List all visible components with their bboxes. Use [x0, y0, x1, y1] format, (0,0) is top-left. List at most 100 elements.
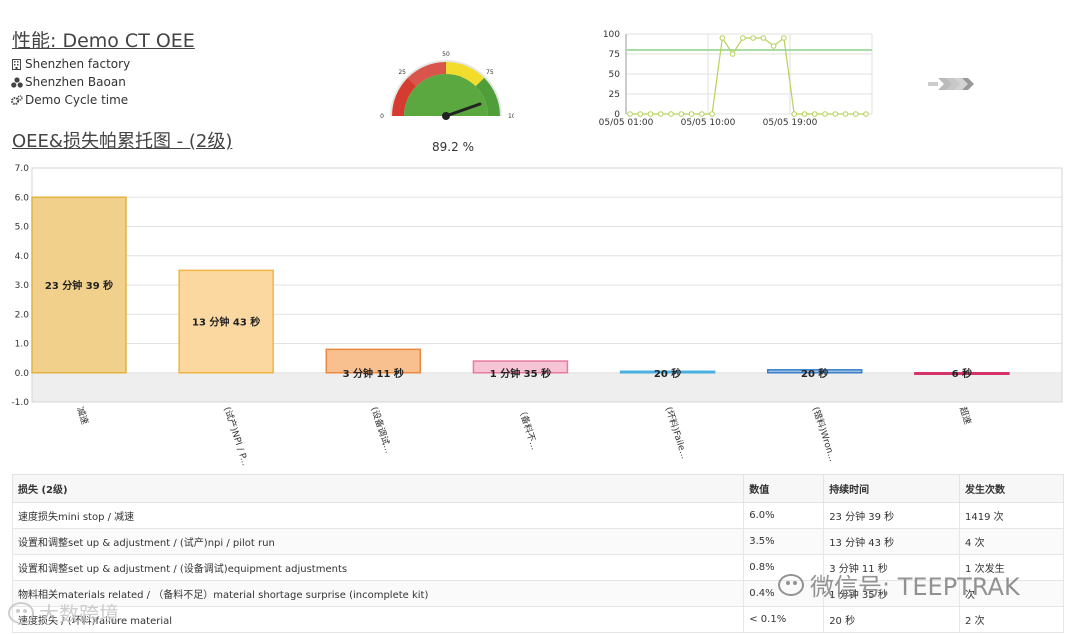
loss-name-cell: 设置和调整set up & adjustment / (设备调试)equipme… [11, 554, 745, 581]
table-row[interactable]: 设置和调整set up & adjustment / (试产)npi / pil… [11, 528, 1064, 555]
gauge-hub [442, 112, 450, 120]
trend-y-tick: 100 [603, 30, 620, 40]
loss-name-cell: 物料相关materials related / （备料不足）material s… [11, 580, 745, 607]
pareto-y-tick: 6.0 [15, 193, 30, 203]
sitemap-icon [11, 76, 23, 88]
pareto-x-tick: (错料)Wron... [810, 405, 839, 463]
cycle-row: Demo Cycle time [11, 91, 130, 109]
value-cell: < 0.1% [743, 606, 825, 633]
trend-point [863, 111, 869, 117]
trend-point [781, 35, 787, 41]
site-row: Shenzhen Baoan [11, 73, 130, 91]
trend-y-tick: 50 [609, 70, 621, 80]
wechat-icon [8, 601, 34, 624]
pareto-bar-label: 1 分钟 35 秒 [490, 367, 551, 380]
trend-point [678, 111, 685, 117]
col-header-duration[interactable]: 持续时间 [823, 474, 961, 503]
table-row[interactable]: 速度损失mini stop / 减速 6.0% 23 分钟 39 秒 1419 … [11, 502, 1064, 529]
table-row[interactable]: 速度损失 / (坏料)failure material < 0.1% 20 秒 … [11, 606, 1064, 633]
trend-point [832, 111, 839, 117]
gauge-tick-label: 50 [442, 51, 450, 58]
count-cell: 4 次 [959, 528, 1064, 555]
duration-cell: 20 秒 [823, 606, 961, 633]
trend-point [811, 111, 818, 117]
gauge-tick-label: 100 [508, 113, 514, 120]
trend-point [688, 111, 695, 117]
page-title: 性能: Demo CT OEE [12, 30, 195, 52]
pareto-bar-label: 3 分钟 11 秒 [343, 367, 404, 380]
pareto-x-tick: (坏料)Faile... [663, 405, 691, 460]
wechat-watermark: 微信号: TEEPTRAK [778, 567, 1020, 602]
trend-point [729, 51, 736, 57]
machine-info: Shenzhen factory Shenzhen Baoan Demo Cyc… [11, 55, 130, 109]
pareto-title: OEE&损失帕累托图 - (2级) [12, 131, 233, 152]
col-header-count[interactable]: 发生次数 [959, 474, 1064, 503]
source-watermark: 大数跨境 [8, 598, 119, 627]
trend-x-tick: 05/05 10:00 [681, 118, 736, 128]
pareto-y-tick: 5.0 [15, 223, 30, 233]
loss-name-cell: 速度损失mini stop / 减速 [11, 502, 745, 529]
trend-y-tick: 75 [609, 50, 620, 60]
trend-x-tick: 05/05 19:00 [763, 118, 818, 128]
pareto-bar-label: 20 秒 [801, 367, 828, 380]
gauge-tick-label: 25 [398, 69, 406, 76]
value-cell: 6.0% [743, 502, 825, 529]
pareto-x-tick: 减速 [74, 405, 91, 426]
pareto-y-tick: 2.0 [15, 310, 30, 320]
gauge-tick-label: 75 [486, 69, 494, 76]
pareto-y-tick: 3.0 [15, 281, 30, 291]
oee-trend-chart: 100755025005/05 01:00 05/05 10:00 05/05 19… [599, 30, 873, 128]
loss-table: 损失 (2级) 数值 持续时间 发生次数 速度损失mini stop / 减速 … [11, 474, 1064, 633]
trend-y-tick: 25 [609, 90, 620, 100]
trend-point [852, 111, 859, 117]
trend-point [657, 111, 664, 117]
pareto-y-tick: 1.0 [15, 340, 30, 350]
col-header-loss[interactable]: 损失 (2级) [11, 474, 745, 503]
arrow-right-icon[interactable] [928, 76, 976, 92]
pareto-bar-label: 13 分钟 43 秒 [192, 316, 260, 329]
factory-row: Shenzhen factory [11, 55, 130, 73]
table-header-row: 损失 (2级) 数值 持续时间 发生次数 [11, 474, 1064, 503]
gauge-tick-label: 0 [380, 113, 384, 120]
duration-cell: 13 分钟 43 秒 [823, 528, 961, 555]
trend-point [750, 35, 756, 41]
pareto-y-tick: -1.0 [11, 398, 29, 408]
gauge-value-label: 89.2 % [432, 140, 474, 154]
trend-point [842, 111, 849, 117]
gears-icon [11, 94, 23, 106]
watermark-left-text: 大数跨境 [39, 602, 119, 626]
trend-point [719, 35, 726, 41]
pareto-x-tick: (设备调试... [368, 405, 394, 454]
pareto-bar-label: 23 分钟 39 秒 [45, 279, 113, 292]
factory-name: Shenzhen factory [25, 57, 131, 71]
wechat-icon [778, 573, 804, 596]
pareto-bar-label: 20 秒 [654, 367, 681, 380]
col-header-value[interactable]: 数值 [743, 474, 825, 503]
trend-point [699, 111, 705, 117]
trend-point [760, 35, 767, 41]
trend-point [801, 111, 808, 117]
trend-point [740, 35, 746, 41]
value-cell: 3.5% [743, 528, 825, 555]
count-cell: 1419 次 [959, 502, 1064, 529]
cycle-name: Demo Cycle time [25, 93, 129, 107]
loss-name-cell: 设置和调整set up & adjustment / (试产)npi / pil… [11, 528, 745, 555]
trend-x-tick: 05/05 01:00 [599, 118, 654, 128]
count-cell: 2 次 [959, 606, 1064, 633]
trend-point [627, 111, 633, 117]
trend-point [668, 111, 674, 117]
pareto-y-tick: 0.0 [15, 369, 30, 379]
pareto-y-tick: 7.0 [15, 164, 30, 174]
pareto-x-tick: 超速 [957, 405, 974, 426]
watermark-right-text: 微信号: TEEPTRAK [810, 573, 1020, 601]
pareto-bar-label: 6 秒 [952, 367, 972, 380]
trend-point [822, 111, 828, 117]
pareto-x-tick: （备料不... [516, 405, 541, 451]
loss-name-cell: 速度损失 / (坏料)failure material [11, 606, 745, 633]
loss-pareto-chart: 7.0 6.0 5.0 4.0 3.0 2.0 1.0 0.0 -1.0 23 分钟 39 秒减速… [11, 164, 1063, 467]
trend-point [709, 111, 715, 117]
trend-point [791, 111, 797, 117]
oee-gauge: 0 25 50 75 100 [380, 51, 514, 120]
trend-point [637, 111, 644, 117]
trend-point [770, 43, 777, 49]
